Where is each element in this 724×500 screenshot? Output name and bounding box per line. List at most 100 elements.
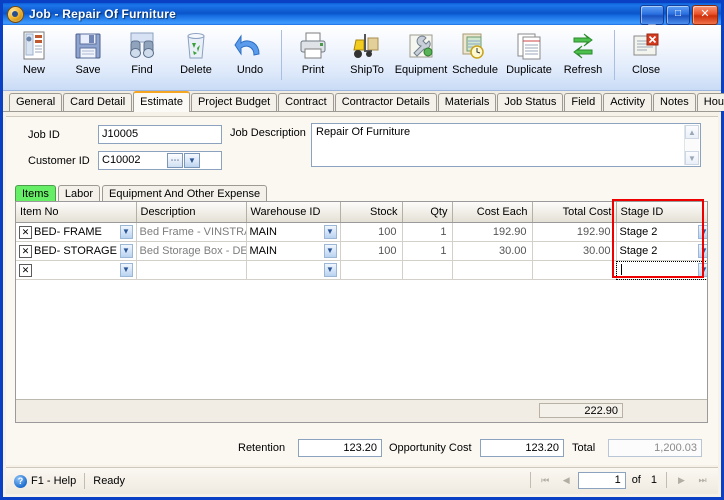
tab-job-status[interactable]: Job Status <box>497 93 564 111</box>
next-record-icon[interactable]: ▶ <box>672 471 691 489</box>
items-grid: Item No Description Warehouse ID Stock Q… <box>15 201 708 423</box>
cell-warehouse-id[interactable]: MAIN ▼ <box>246 241 341 261</box>
tab-notes[interactable]: Notes <box>653 93 696 111</box>
scroll-down-icon[interactable]: ▼ <box>685 151 699 165</box>
chevron-down-icon[interactable]: ▼ <box>323 263 337 277</box>
toolbar-new-button[interactable]: New <box>7 28 61 76</box>
tab-general[interactable]: General <box>9 93 63 111</box>
column-header-stock[interactable]: Stock <box>340 202 403 223</box>
maximize-button[interactable]: □ <box>666 5 690 25</box>
cell-warehouse-id[interactable]: ▼ <box>246 260 341 280</box>
toolbar-delete-button[interactable]: Delete <box>169 28 223 76</box>
subtab-items[interactable]: Items <box>15 185 56 202</box>
help-hint[interactable]: ? F1 - Help <box>6 474 76 488</box>
customer-id-dropdown-button[interactable]: ▼ <box>184 153 200 168</box>
customer-id-lookup-button[interactable]: ⋯ <box>167 153 183 168</box>
tab-materials[interactable]: Materials <box>437 93 497 111</box>
subtab-labor[interactable]: Labor <box>57 185 101 202</box>
column-header-description[interactable]: Description <box>136 202 247 223</box>
job-id-input[interactable]: J10005 <box>98 125 222 144</box>
toolbar-delete-label: Delete <box>180 64 212 76</box>
customer-id-input[interactable]: C10002 <box>98 151 222 170</box>
cell-stage-id-active[interactable]: ▼ <box>616 260 707 280</box>
toolbar-refresh-button[interactable]: Refresh <box>556 28 610 76</box>
cell-cost-each[interactable]: 192.90 <box>452 222 533 242</box>
tab-project-budget[interactable]: Project Budget <box>190 93 278 111</box>
table-row[interactable]: ✕ ▼ ▼ ▼ <box>16 260 707 280</box>
tab-contractor-details[interactable]: Contractor Details <box>334 93 437 111</box>
minimize-icon: _ <box>648 10 656 26</box>
cell-cost-each[interactable] <box>452 260 533 280</box>
record-number-input[interactable]: 1 <box>577 471 626 489</box>
column-header-item-no[interactable]: Item No <box>16 202 137 223</box>
toolbar-duplicate-button[interactable]: Duplicate <box>502 28 556 76</box>
toolbar-duplicate-label: Duplicate <box>506 64 552 76</box>
tab-card-detail[interactable]: Card Detail <box>63 93 133 111</box>
toolbar-separator-1 <box>281 30 282 80</box>
cell-item-no[interactable]: ✕ BED- FRAME ▼ <box>16 222 137 242</box>
previous-record-icon[interactable]: ◀ <box>557 471 576 489</box>
cell-description <box>136 260 247 280</box>
toolbar-equipment-button[interactable]: Equipment <box>394 28 448 76</box>
job-description-scrollbar[interactable]: ▲ ▼ <box>684 125 699 165</box>
table-row[interactable]: ✕ BED- FRAME ▼ Bed Frame - VINSTRA MAIN … <box>16 222 707 242</box>
toolbar-separator-2 <box>614 30 615 80</box>
chevron-down-icon[interactable]: ▼ <box>697 225 707 239</box>
tab-hours[interactable]: Hours <box>696 93 724 111</box>
items-header-row: Item No Description Warehouse ID Stock Q… <box>16 202 707 223</box>
retention-input[interactable]: 123.20 <box>298 439 382 457</box>
cell-cost-each[interactable]: 30.00 <box>452 241 533 261</box>
toolbar-equipment-label: Equipment <box>394 64 448 76</box>
cell-stage-id[interactable]: Stage 2 ▼ <box>616 222 707 242</box>
chevron-down-icon[interactable]: ▼ <box>697 263 707 277</box>
last-record-icon[interactable]: ⏭ <box>693 471 712 489</box>
column-header-warehouse-id[interactable]: Warehouse ID <box>246 202 341 223</box>
toolbar-find-button[interactable]: Find <box>115 28 169 76</box>
column-header-cost-each[interactable]: Cost Each <box>452 202 533 223</box>
toolbar-print-button[interactable]: Print <box>286 28 340 76</box>
toolbar-close-button[interactable]: Close <box>619 28 673 76</box>
cell-item-no[interactable]: ✕ BED- STORAGE ▼ <box>16 241 137 261</box>
tab-contract[interactable]: Contract <box>278 93 334 111</box>
cell-stage-id[interactable]: Stage 2 ▼ <box>616 241 707 261</box>
chevron-down-icon[interactable]: ▼ <box>323 225 337 239</box>
column-header-total-cost[interactable]: Total Cost <box>532 202 617 223</box>
table-row[interactable]: ✕ BED- STORAGE ▼ Bed Storage Box - DE MA… <box>16 241 707 261</box>
toolbar-undo-button[interactable]: Undo <box>223 28 277 76</box>
cell-stock <box>340 260 403 280</box>
chevron-down-icon[interactable]: ▼ <box>119 225 133 239</box>
delete-row-icon[interactable]: ✕ <box>19 225 32 239</box>
opportunity-cost-input[interactable]: 123.20 <box>480 439 564 457</box>
grid-total-cost-sum: 222.90 <box>539 403 623 418</box>
window-title: Job - Repair Of Furniture <box>29 7 177 21</box>
job-description-input[interactable]: Repair Of Furniture <box>316 126 410 138</box>
toolbar-save-button[interactable]: Save <box>61 28 115 76</box>
stage-id-value: Stage 2 <box>619 226 658 238</box>
status-separator <box>84 473 86 489</box>
scroll-up-icon[interactable]: ▲ <box>685 125 699 139</box>
first-record-icon[interactable]: ⏮ <box>536 471 555 489</box>
tab-activity[interactable]: Activity <box>603 93 653 111</box>
close-button[interactable]: ✕ <box>692 5 718 25</box>
column-header-qty[interactable]: Qty <box>402 202 453 223</box>
subtab-equipment-other-expense[interactable]: Equipment And Other Expense <box>102 185 268 202</box>
toolbar-schedule-button[interactable]: Schedule <box>448 28 502 76</box>
delete-row-icon[interactable]: ✕ <box>19 263 32 277</box>
chevron-down-icon[interactable]: ▼ <box>697 244 707 258</box>
cell-warehouse-id[interactable]: MAIN ▼ <box>246 222 341 242</box>
help-icon: ? <box>14 474 27 488</box>
chevron-down-icon[interactable]: ▼ <box>119 244 133 258</box>
tab-estimate[interactable]: Estimate <box>133 91 190 112</box>
cell-qty[interactable]: 1 <box>402 222 453 242</box>
chevron-down-icon[interactable]: ▼ <box>323 244 337 258</box>
tab-field[interactable]: Field <box>564 93 603 111</box>
cell-qty[interactable]: 1 <box>402 241 453 261</box>
chevron-down-icon[interactable]: ▼ <box>119 263 133 277</box>
cell-qty[interactable] <box>402 260 453 280</box>
column-header-stage-id[interactable]: Stage ID <box>616 202 707 223</box>
delete-row-icon[interactable]: ✕ <box>19 244 32 258</box>
toolbar-shipto-button[interactable]: ShipTo <box>340 28 394 76</box>
minimize-button[interactable]: _ <box>640 5 664 25</box>
opportunity-cost-label: Opportunity Cost <box>389 442 472 454</box>
cell-item-no[interactable]: ✕ ▼ <box>16 260 137 280</box>
